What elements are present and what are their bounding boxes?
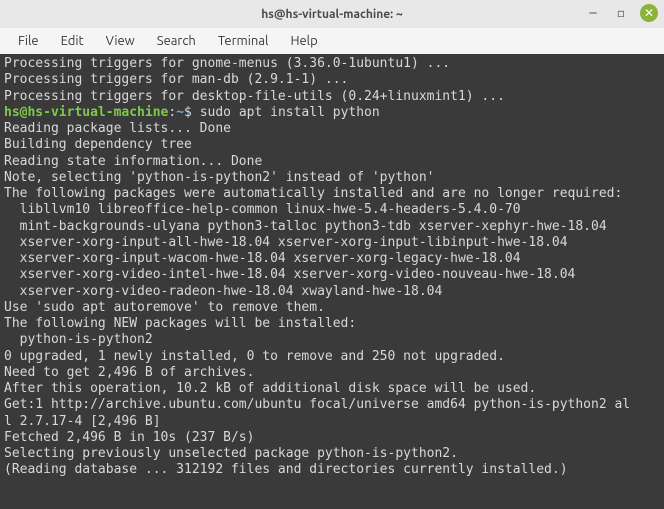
- menu-terminal[interactable]: Terminal: [208, 31, 279, 51]
- menubar: File Edit View Search Terminal Help: [0, 28, 664, 54]
- terminal-line: (Reading database ... 312192 files and d…: [4, 462, 660, 478]
- maximize-icon: ▫: [617, 6, 625, 20]
- minimize-icon: ─: [589, 6, 596, 20]
- prompt-command: sudo apt install python: [200, 105, 380, 120]
- menu-search[interactable]: Search: [147, 31, 206, 51]
- window-controls: ─ ▫ ✕: [584, 4, 658, 22]
- terminal-line: Reading state information... Done: [4, 154, 660, 170]
- terminal-line: python-is-python2: [4, 332, 660, 348]
- close-button[interactable]: ✕: [640, 4, 658, 22]
- terminal-line: xserver-xorg-video-radeon-hwe-18.04 xway…: [4, 284, 660, 300]
- terminal-line: xserver-xorg-input-wacom-hwe-18.04 xserv…: [4, 251, 660, 267]
- terminal-line: Reading package lists... Done: [4, 121, 660, 137]
- terminal-area[interactable]: Processing triggers for gnome-menus (3.3…: [0, 54, 664, 509]
- prompt-dollar: $: [184, 105, 200, 120]
- terminal-line: Processing triggers for desktop-file-uti…: [4, 89, 660, 105]
- terminal-line: 0 upgraded, 1 newly installed, 0 to remo…: [4, 349, 660, 365]
- terminal-line: Building dependency tree: [4, 137, 660, 153]
- terminal-line: xserver-xorg-input-all-hwe-18.04 xserver…: [4, 235, 660, 251]
- titlebar: hs@hs-virtual-machine: ~ ─ ▫ ✕: [0, 0, 664, 28]
- window-title: hs@hs-virtual-machine: ~: [261, 8, 402, 21]
- terminal-line: Selecting previously unselected package …: [4, 446, 660, 462]
- terminal-line: Use 'sudo apt autoremove' to remove them…: [4, 300, 660, 316]
- terminal-line: The following packages were automaticall…: [4, 186, 660, 202]
- terminal-line: Fetched 2,496 B in 10s (237 B/s): [4, 430, 660, 446]
- terminal-line: Processing triggers for gnome-menus (3.3…: [4, 56, 660, 72]
- terminal-line: The following NEW packages will be insta…: [4, 316, 660, 332]
- terminal-line: mint-backgrounds-ulyana python3-talloc p…: [4, 219, 660, 235]
- prompt-path: ~: [176, 105, 184, 120]
- terminal-line: Note, selecting 'python-is-python2' inst…: [4, 170, 660, 186]
- terminal-line: xserver-xorg-video-intel-hwe-18.04 xserv…: [4, 267, 660, 283]
- menu-file[interactable]: File: [8, 31, 49, 51]
- menu-help[interactable]: Help: [280, 31, 327, 51]
- minimize-button[interactable]: ─: [584, 4, 602, 22]
- terminal-line: Get:1 http://archive.ubuntu.com/ubuntu f…: [4, 397, 660, 413]
- menu-edit[interactable]: Edit: [51, 31, 94, 51]
- prompt-line: hs@hs-virtual-machine:~$ sudo apt instal…: [4, 105, 660, 121]
- menu-view[interactable]: View: [96, 31, 145, 51]
- maximize-button[interactable]: ▫: [612, 4, 630, 22]
- terminal-line: Need to get 2,496 B of archives.: [4, 365, 660, 381]
- prompt-userhost: hs@hs-virtual-machine: [4, 105, 168, 120]
- terminal-line: l 2.7.17-4 [2,496 B]: [4, 414, 660, 430]
- close-icon: ✕: [644, 6, 654, 20]
- terminal-line: After this operation, 10.2 kB of additio…: [4, 381, 660, 397]
- terminal-line: Processing triggers for man-db (2.9.1-1)…: [4, 72, 660, 88]
- terminal-line: libllvm10 libreoffice-help-common linux-…: [4, 202, 660, 218]
